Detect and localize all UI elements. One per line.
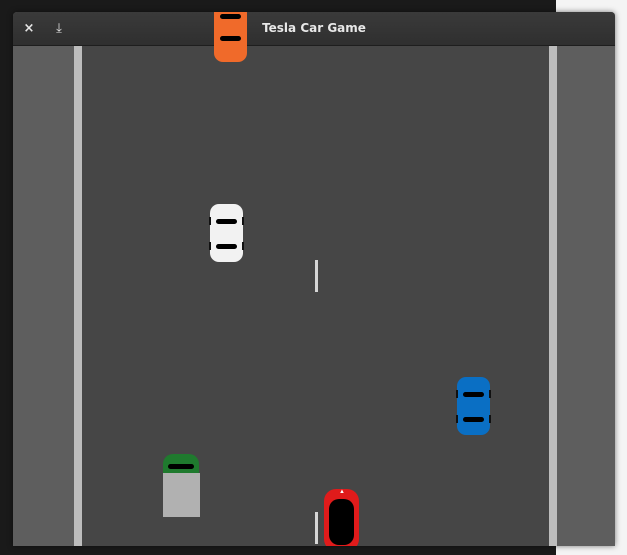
- truck-trailer: [163, 473, 200, 517]
- game-window: × ⤓ Tesla Car Game ▲: [13, 12, 615, 546]
- tesla-logo-icon: ▲: [339, 489, 345, 495]
- title-bar[interactable]: × ⤓ Tesla Car Game: [13, 12, 615, 46]
- orange-car: [214, 12, 247, 62]
- player-tesla[interactable]: ▲: [324, 489, 359, 546]
- lane-marking: [315, 260, 318, 292]
- blue-car: [456, 377, 491, 435]
- left-shoulder: [13, 46, 74, 546]
- left-edge-line: [74, 46, 82, 546]
- right-shoulder: [557, 46, 615, 546]
- window-title: Tesla Car Game: [262, 21, 366, 35]
- road: [82, 46, 549, 546]
- white-car: [209, 204, 244, 262]
- lane-marking: [315, 512, 318, 544]
- game-canvas[interactable]: ▲: [13, 12, 615, 546]
- right-edge-line: [549, 46, 557, 546]
